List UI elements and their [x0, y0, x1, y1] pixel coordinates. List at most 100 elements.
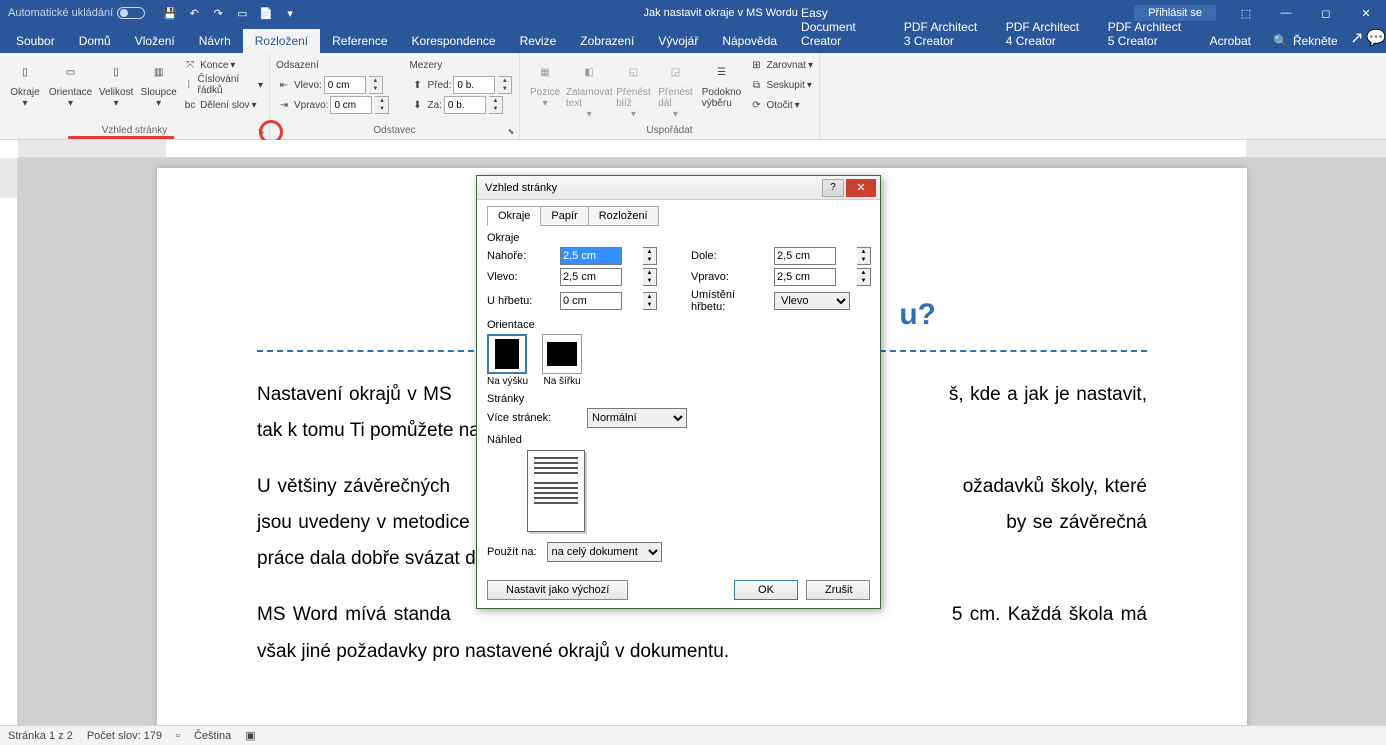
macro-icon[interactable]: ▣	[245, 729, 255, 742]
new-doc-icon[interactable]: ▭	[235, 7, 249, 20]
tab-view[interactable]: Zobrazení	[568, 29, 646, 53]
tab-layout[interactable]: Rozložení	[243, 29, 320, 53]
tab-easy[interactable]: Easy Document Creator	[789, 1, 892, 53]
dialog-tab-layout[interactable]: Rozložení	[588, 206, 659, 226]
hyphenation-icon: bc	[182, 100, 198, 111]
indent-left-input[interactable]: ▲▼	[324, 76, 383, 94]
dialog-tab-paper[interactable]: Papír	[540, 206, 588, 226]
space-after-input[interactable]: ▲▼	[444, 96, 503, 114]
align-button[interactable]: ⊞Zarovnat ▾	[749, 55, 814, 75]
chevron-down-icon: ▾	[68, 98, 73, 109]
section-pages-title: Stránky	[487, 393, 870, 405]
open-icon[interactable]: 📄	[259, 7, 273, 20]
share-icon[interactable]: ↗	[1348, 23, 1366, 53]
space-before-icon: ⬆	[409, 80, 425, 91]
group-label-paragraph: Odstavec	[270, 123, 519, 138]
input-left[interactable]	[560, 268, 622, 286]
comments-icon[interactable]: 💬	[1366, 23, 1386, 53]
ok-button[interactable]: OK	[734, 580, 798, 600]
status-page[interactable]: Stránka 1 z 2	[8, 730, 73, 742]
horizontal-ruler[interactable]	[18, 140, 1386, 158]
select-apply-to[interactable]: na celý dokument	[547, 542, 662, 562]
spinner-right[interactable]: ▲▼	[857, 268, 871, 286]
selection-pane-button[interactable]: ☰Podokno výběru	[698, 55, 744, 122]
size-button[interactable]: ▯Velikost▾	[97, 55, 135, 115]
group-label-arrange: Uspořádat	[520, 123, 819, 138]
rotate-button[interactable]: ⟳Otočit ▾	[749, 95, 814, 115]
breaks-button[interactable]: ⤧Konce ▾	[182, 55, 263, 75]
ribbon-display-icon[interactable]: ⬚	[1226, 0, 1266, 26]
dialog-tabs: Okraje Papír Rozložení	[487, 206, 870, 226]
position-button[interactable]: ▦Pozice▾	[526, 55, 564, 122]
columns-button[interactable]: ▥Sloupce▾	[139, 55, 178, 115]
autosave-switch-icon[interactable]	[117, 7, 145, 19]
input-right[interactable]	[774, 268, 836, 286]
wrap-text-button[interactable]: ◧Zalamovat text▾	[568, 55, 610, 122]
indent-right-input[interactable]: ▲▼	[330, 96, 389, 114]
dialog-close-icon[interactable]: ✕	[846, 179, 876, 197]
proofing-icon[interactable]: ▫	[176, 730, 180, 742]
orientation-landscape[interactable]: Na šířku	[542, 334, 582, 387]
send-backward-button[interactable]: ◲Přenést dál▾	[656, 55, 694, 122]
spinner-top[interactable]: ▲▼	[643, 247, 657, 265]
input-gutter[interactable]	[560, 292, 622, 310]
input-top[interactable]	[560, 247, 622, 265]
hyphenation-button[interactable]: bcDělení slov ▾	[182, 95, 263, 115]
tab-review[interactable]: Revize	[508, 29, 569, 53]
minimize-icon[interactable]: —	[1266, 0, 1306, 26]
select-multi-pages[interactable]: Normální	[587, 408, 687, 428]
set-default-button[interactable]: Nastavit jako výchozí	[487, 580, 628, 600]
position-icon: ▦	[530, 57, 560, 87]
cancel-button[interactable]: Zrušit	[806, 580, 870, 600]
label-top: Nahoře:	[487, 250, 557, 262]
chevron-down-icon: ▾	[114, 98, 119, 109]
group-button[interactable]: ⧉Seskupit ▾	[749, 75, 814, 95]
tab-developer[interactable]: Vývojář	[646, 29, 710, 53]
line-numbers-button[interactable]: ⁞Číslování řádků ▾	[182, 75, 263, 95]
selection-pane-icon: ☰	[706, 57, 736, 87]
save-icon[interactable]: 💾	[163, 7, 177, 20]
bring-forward-button[interactable]: ◱Přenést blíž▾	[614, 55, 652, 122]
autosave-toggle[interactable]: Automatické ukládání	[0, 7, 153, 19]
dialog-titlebar[interactable]: Vzhled stránky ? ✕	[477, 176, 880, 200]
tab-pdf4[interactable]: PDF Architect 4 Creator	[994, 15, 1096, 53]
tab-help[interactable]: Nápověda	[710, 29, 789, 53]
label-apply-to: Použít na:	[487, 546, 537, 558]
redo-icon[interactable]: ↷	[211, 7, 225, 20]
tell-me[interactable]: 🔍Řekněte	[1263, 29, 1348, 53]
indent-right-icon: ⇥	[276, 100, 292, 111]
page-setup-dialog: Vzhled stránky ? ✕ Okraje Papír Rozložen…	[476, 175, 881, 609]
margins-button[interactable]: ▯Okraje▾	[6, 55, 44, 115]
tab-references[interactable]: Reference	[320, 29, 399, 53]
orientation-portrait[interactable]: Na výšku	[487, 334, 528, 387]
tab-file[interactable]: Soubor	[4, 29, 67, 53]
undo-icon[interactable]: ↶	[187, 7, 201, 20]
space-before-input[interactable]: ▲▼	[453, 76, 512, 94]
status-words[interactable]: Počet slov: 179	[87, 730, 162, 742]
tab-mail[interactable]: Korespondence	[400, 29, 508, 53]
input-bottom[interactable]	[774, 247, 836, 265]
tab-pdf3[interactable]: PDF Architect 3 Creator	[892, 15, 994, 53]
orientation-button[interactable]: ▭Orientace▾	[48, 55, 93, 115]
tab-home[interactable]: Domů	[67, 29, 123, 53]
status-language[interactable]: Čeština	[194, 730, 231, 742]
tab-acrobat[interactable]: Acrobat	[1198, 29, 1263, 53]
spinner-left[interactable]: ▲▼	[643, 268, 657, 286]
label-right: Vpravo:	[691, 271, 771, 283]
select-gutter-pos[interactable]: Vlevo	[774, 292, 850, 310]
wrap-icon: ◧	[574, 57, 604, 87]
label-left: Vlevo:	[487, 271, 557, 283]
vertical-ruler[interactable]	[0, 158, 18, 725]
dialog-tab-margins[interactable]: Okraje	[487, 206, 541, 226]
tab-insert[interactable]: Vložení	[123, 29, 187, 53]
spinner-bottom[interactable]: ▲▼	[857, 247, 871, 265]
dialog-help-icon[interactable]: ?	[822, 179, 844, 197]
maximize-icon[interactable]: ◻	[1306, 0, 1346, 26]
tab-pdf5[interactable]: PDF Architect 5 Creator	[1096, 15, 1198, 53]
spinner-gutter[interactable]: ▲▼	[643, 292, 657, 310]
qat-dropdown-icon[interactable]: ▾	[283, 7, 297, 20]
paragraph-dialog-launcher[interactable]: ⬊	[505, 125, 517, 137]
autosave-label: Automatické ukládání	[8, 7, 113, 19]
backward-icon: ◲	[660, 57, 690, 87]
tab-design[interactable]: Návrh	[187, 29, 243, 53]
